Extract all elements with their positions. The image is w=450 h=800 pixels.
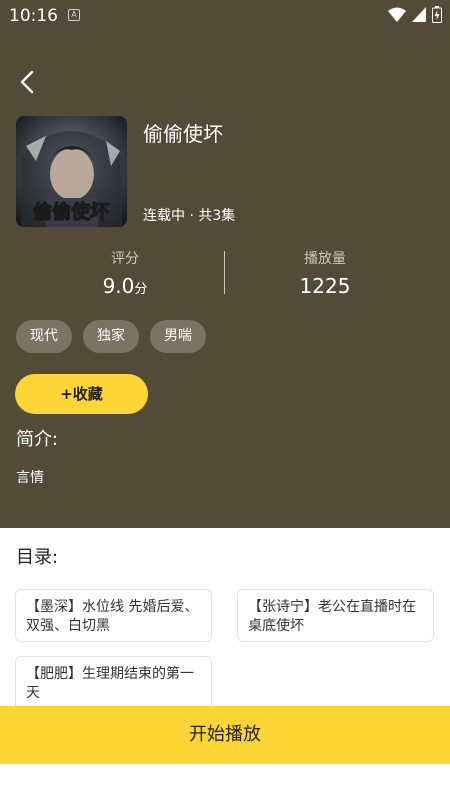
battery-icon (432, 6, 442, 23)
start-play-button[interactable]: 开始播放 (0, 706, 450, 764)
tag-chip[interactable]: 男喘 (150, 320, 206, 353)
system-icons (388, 6, 442, 23)
cover-image: 偷偷使坏 (16, 116, 127, 227)
serial-status: 连载中 · 共3集 (143, 208, 236, 224)
status-bar: 10:16 A (0, 0, 450, 32)
plays-label: 播放量 (304, 251, 346, 267)
signal-icon (412, 7, 426, 22)
tag-chip[interactable]: 独家 (83, 320, 139, 353)
rating-label: 评分 (111, 251, 139, 267)
back-button[interactable] (14, 68, 42, 96)
cover-title-text: 偷偷使坏 (33, 200, 109, 223)
chevron-left-icon (20, 70, 34, 94)
rating-stat: 评分 9.0分 (25, 248, 225, 298)
plays-stat: 播放量 1225 (225, 248, 425, 298)
collect-button[interactable]: +收藏 (15, 374, 148, 414)
intro-heading: 简介: (16, 429, 59, 450)
plays-value: 1225 (299, 274, 351, 298)
detail-header: 10:16 A 偷偷使坏 偷偷使坏 连载中 · 共3集 评分 9.0分 播放量 … (0, 0, 450, 528)
wifi-icon (388, 7, 406, 22)
rating-value-wrap: 9.0分 (25, 274, 225, 298)
drama-title: 偷偷使坏 (143, 122, 223, 146)
intro-text: 言情 (16, 470, 44, 486)
rating-value: 9.0 (102, 274, 135, 298)
a-box-icon: A (68, 9, 80, 21)
status-time: 10:16 (9, 6, 58, 26)
episode-card[interactable]: 【张诗宁】老公在直播时在桌底使坏 (237, 589, 434, 642)
toc-heading: 目录: (16, 547, 59, 568)
episode-card[interactable]: 【墨深】水位线 先婚后爱、双强、白切黑 (15, 589, 212, 642)
tag-chip[interactable]: 现代 (16, 320, 72, 353)
tag-list: 现代 独家 男喘 (16, 320, 206, 353)
rating-unit: 分 (134, 282, 148, 297)
